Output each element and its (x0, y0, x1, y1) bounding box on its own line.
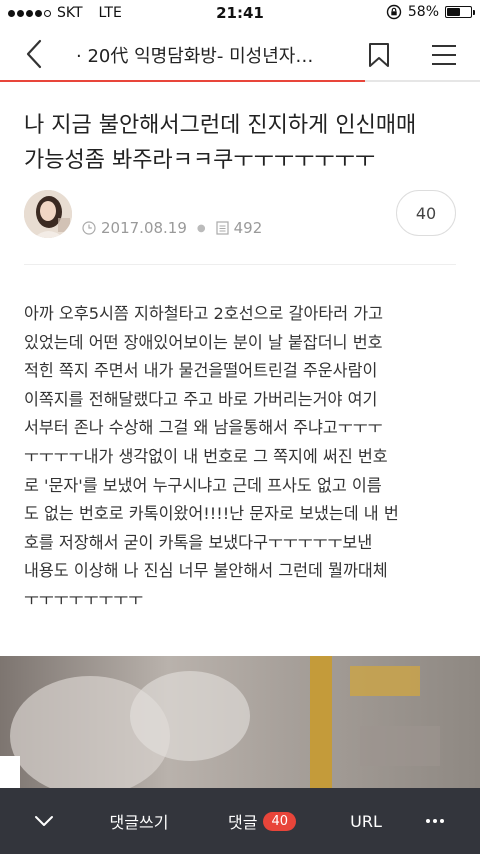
comment-count-bubble[interactable]: 40 (396, 190, 456, 236)
post-views: 492 (216, 219, 263, 237)
post-views-text: 492 (233, 219, 263, 237)
read-progress-fill (0, 80, 365, 82)
post-photo[interactable] (0, 656, 480, 788)
bookmark-icon (369, 43, 389, 67)
comments-badge: 40 (263, 811, 296, 831)
post-date-text: 2017.08.19 (101, 219, 187, 237)
body-line: 서부터 존나 수상해 그걸 왜 남을통해서 주냐고ㅜㅜㅜ (24, 418, 383, 438)
meta-separator: ● (196, 222, 206, 234)
body-line: 있었는데 어떤 장애있어보이는 분이 날 붙잡더니 번호 (24, 332, 383, 352)
body-line: 로 '문자'를 보냈어 누구시냐고 근데 프사도 없고 이름 (24, 475, 382, 495)
hamburger-menu-icon (432, 45, 456, 65)
battery-level (447, 8, 461, 16)
post-title: 나 지금 불안해서그런데 진지하게 인신매매 가능성좀 봐주라ㅋㅋ쿠ㅜㅜㅜㅜㅜㅜ… (24, 108, 460, 178)
chevron-left-icon (26, 39, 42, 69)
back-button[interactable] (14, 34, 54, 74)
nav-title: · 20代 익명담화방- 미성년자… (76, 46, 314, 67)
menu-button[interactable] (424, 36, 464, 74)
write-comment-button[interactable]: 댓글쓰기 (96, 788, 182, 854)
url-label: URL (350, 811, 382, 831)
comment-count: 40 (415, 203, 437, 223)
rotation-lock-icon (386, 4, 402, 20)
photo-image (0, 656, 480, 788)
body-line: 내용도 이상해 나 진심 너무 불안해서 그런데 뭘까대체 (24, 561, 388, 581)
post-title-line: 가능성좀 봐주라ㅋㅋ쿠ㅜㅜㅜㅜㅜㅜㅜ (24, 148, 376, 173)
post-date: 2017.08.19 (82, 219, 187, 237)
avatar-image (24, 190, 72, 238)
bookmark-button[interactable] (360, 36, 398, 74)
post-body: 아까 오후5시쯤 지하철타고 2호선으로 갈아타러 가고 있었는데 어떤 장애있… (24, 300, 464, 615)
body-line: 아까 오후5시쯤 지하철타고 2호선으로 갈아타러 가고 (24, 304, 384, 323)
read-progress-bar (0, 80, 480, 82)
post-meta: 2017.08.19 ● 492 (82, 219, 262, 237)
collapse-button[interactable] (14, 788, 74, 854)
battery-icon (445, 6, 475, 18)
body-line: 적힌 쪽지 주면서 내가 물건을떨어트린걸 주운사람이 (24, 361, 378, 381)
battery-percent: 58% (407, 4, 439, 20)
author-avatar[interactable] (24, 190, 72, 238)
clock-icon (82, 221, 96, 235)
status-right: 58% (386, 4, 475, 20)
chevron-down-icon (35, 816, 53, 826)
meta-divider (24, 264, 456, 265)
body-line: 이쪽지를 전해달랬다고 주고 바로 가버리는거야 여기 (24, 389, 378, 409)
body-line: 호를 저장해서 굳이 카톡을 보냈다구ㅜㅜㅜㅜㅜ보낸 (24, 532, 373, 552)
body-line: ㅜㅜㅜㅜㅜㅜㅜㅜ (24, 589, 144, 609)
bottom-toolbar: 댓글쓰기 댓글 40 URL (0, 788, 480, 854)
document-icon (216, 221, 229, 235)
write-comment-label: 댓글쓰기 (109, 813, 169, 832)
url-button[interactable]: URL (336, 788, 396, 854)
more-button[interactable] (410, 788, 460, 854)
status-bar: SKT LTE 21:41 58% (0, 0, 480, 28)
top-nav: · 20代 익명담화방- 미성년자… (0, 28, 480, 82)
comments-label: 댓글 (228, 813, 258, 832)
post-title-line: 나 지금 불안해서그런데 진지하게 인신매매 (24, 113, 417, 138)
body-line: 도 없는 번호로 카톡이왔어!!!!난 문자로 보냈는데 내 번 (24, 504, 399, 524)
comments-button[interactable]: 댓글 40 (212, 788, 312, 854)
body-line: ㅜㅜㅜㅜ내가 생각없이 내 번호로 그 쪽지에 써진 번호 (24, 446, 388, 466)
more-dots-icon (426, 819, 444, 823)
